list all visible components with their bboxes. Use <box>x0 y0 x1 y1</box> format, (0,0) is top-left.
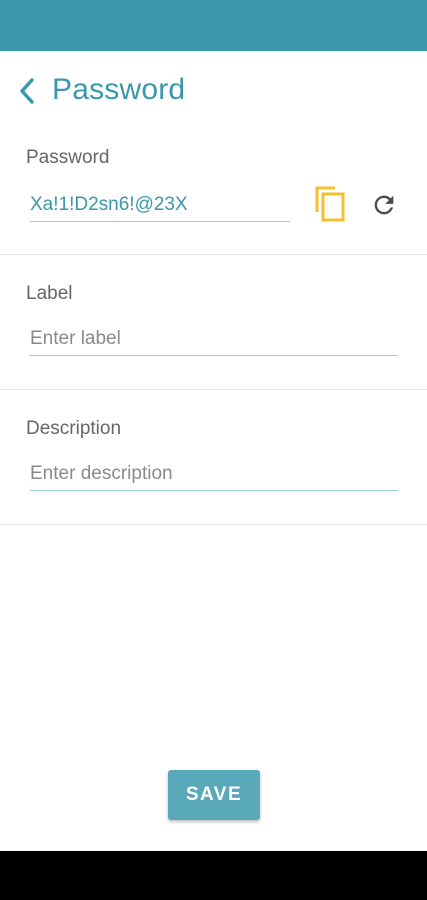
save-button[interactable]: SAVE <box>168 770 260 820</box>
description-field[interactable] <box>30 462 398 491</box>
refresh-icon <box>374 195 394 215</box>
page-title: Password <box>52 73 186 106</box>
label-label: Label <box>26 283 73 304</box>
back-icon <box>20 78 34 104</box>
password-input[interactable] <box>30 194 290 216</box>
label-section: Label <box>0 255 427 390</box>
copy-button[interactable] <box>310 183 350 225</box>
description-label: Description <box>26 418 122 439</box>
description-input[interactable] <box>30 463 398 485</box>
app-bar: Password <box>0 51 427 131</box>
password-section: Password <box>0 131 427 255</box>
navigation-bar <box>0 851 427 900</box>
regenerate-button[interactable] <box>364 185 404 225</box>
description-section: Description <box>0 390 427 525</box>
label-field[interactable] <box>30 327 398 356</box>
status-bar <box>0 0 427 51</box>
copy-icon <box>315 186 345 222</box>
password-label: Password <box>26 147 110 168</box>
label-input[interactable] <box>30 328 398 350</box>
back-button[interactable] <box>10 71 44 111</box>
password-field[interactable] <box>30 193 290 222</box>
